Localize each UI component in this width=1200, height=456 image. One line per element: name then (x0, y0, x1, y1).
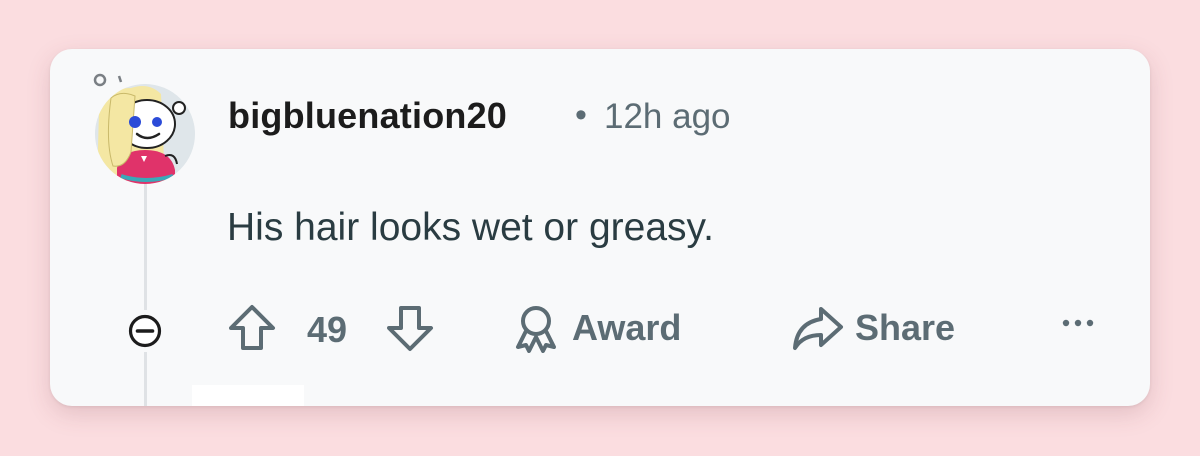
bottom-spacer (192, 385, 304, 406)
more-options-button[interactable] (1060, 317, 1096, 329)
avatar[interactable] (91, 72, 199, 184)
meta-separator: • (575, 96, 587, 134)
award-icon (512, 303, 560, 353)
collapse-thread-button[interactable] (124, 310, 166, 352)
arrow-up-icon (226, 304, 278, 352)
award-button[interactable]: Award (512, 303, 681, 353)
minus-circle-icon (128, 314, 162, 348)
award-label: Award (572, 307, 682, 348)
share-arrow-icon (791, 305, 845, 351)
vote-score: 49 (307, 309, 348, 350)
share-button[interactable]: Share (791, 305, 955, 351)
comment-card: bigbluenation20 • 12h ago His hair looks… (50, 49, 1150, 406)
more-horizontal-icon (1060, 317, 1096, 329)
thread-line[interactable] (144, 181, 147, 406)
timestamp[interactable]: 12h ago (604, 97, 731, 137)
comment-body: His hair looks wet or greasy. (227, 206, 714, 249)
username-link[interactable]: bigbluenation20 (228, 95, 507, 137)
arrow-down-icon (384, 304, 436, 352)
upvote-button[interactable] (226, 304, 278, 352)
downvote-button[interactable] (384, 304, 436, 352)
share-label: Share (855, 307, 956, 348)
